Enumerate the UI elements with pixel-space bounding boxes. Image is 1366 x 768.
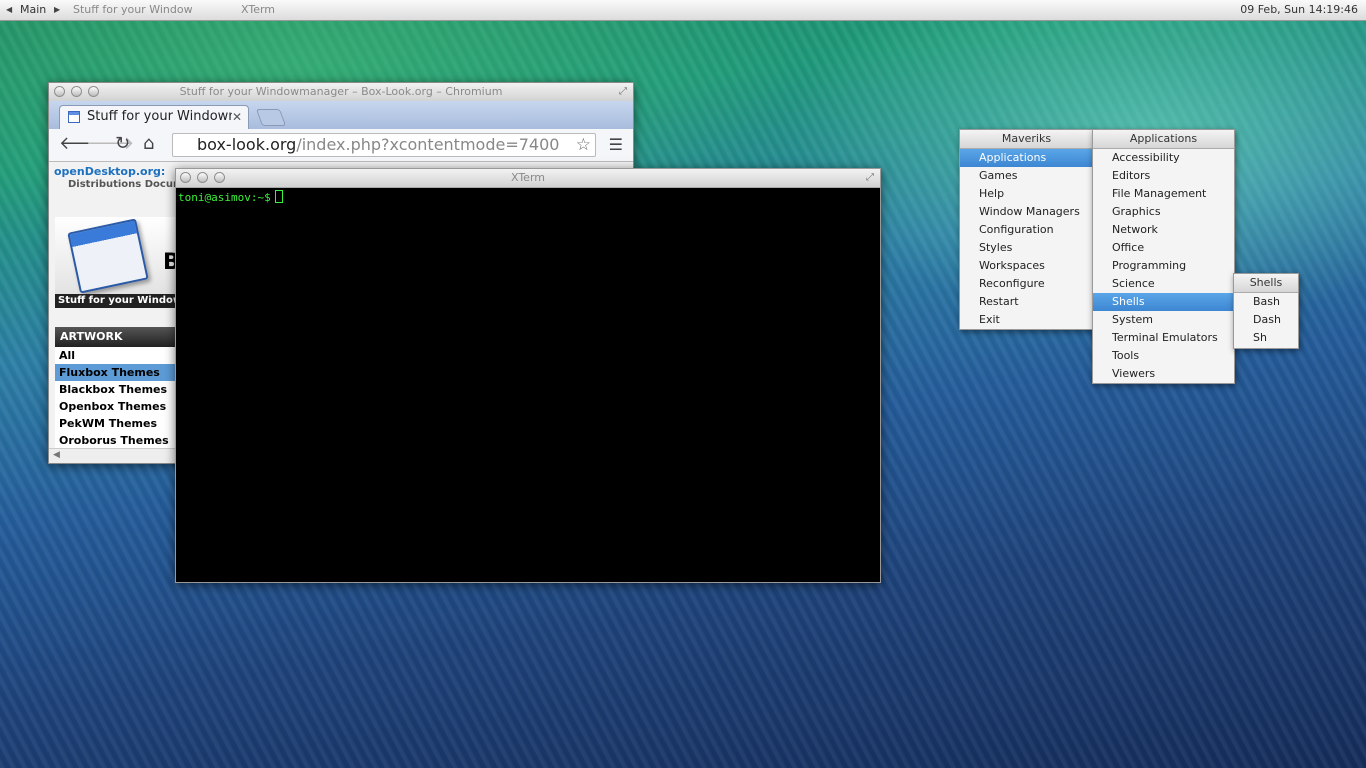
terminal-area[interactable]: toni@asimov:~$ — [176, 188, 880, 582]
menu-item-tools[interactable]: Tools — [1093, 347, 1234, 365]
resize-icon[interactable]: ⤢ — [617, 86, 629, 98]
menu-item-styles[interactable]: Styles — [960, 239, 1093, 257]
artwork-item-all[interactable]: All — [55, 347, 180, 364]
menu-item-sh[interactable]: Sh — [1234, 329, 1298, 347]
menu-item-help[interactable]: Help — [960, 185, 1093, 203]
menu-item-applications[interactable]: Applications — [960, 149, 1093, 167]
menu-item-science[interactable]: Science — [1093, 275, 1234, 293]
menu-item-exit[interactable]: Exit — [960, 311, 1093, 329]
root-menu-title: Maveriks — [960, 130, 1093, 149]
workspace-prev-icon[interactable]: ◀ — [6, 5, 12, 14]
menu-item-bash[interactable]: Bash — [1234, 293, 1298, 311]
tagline-bar: Stuff for your Window — [55, 294, 185, 308]
address-bar[interactable]: box-look.org/index.php?xcontentmode=7400… — [172, 133, 596, 157]
artwork-list: All Fluxbox Themes Blackbox Themes Openb… — [55, 347, 180, 449]
applications-menu-title: Applications — [1093, 130, 1234, 149]
artwork-item-openbox[interactable]: Openbox Themes — [55, 398, 180, 415]
site-banner — [55, 217, 180, 302]
maximize-window-button[interactable] — [214, 172, 225, 183]
clock: 09 Feb, Sun 14:19:46 — [1240, 3, 1358, 16]
maximize-window-button[interactable] — [88, 86, 99, 97]
menu-item-accessibility[interactable]: Accessibility — [1093, 149, 1234, 167]
applications-menu: Applications Accessibility Editors File … — [1092, 129, 1235, 384]
minimize-window-button[interactable] — [197, 172, 208, 183]
artwork-item-oroborus[interactable]: Oroborus Themes — [55, 432, 180, 449]
url-path: /index.php?xcontentmode=7400 — [296, 135, 560, 154]
browser-tab[interactable]: Stuff for your Windowm ✕ — [59, 105, 249, 129]
page-favicon-icon — [68, 111, 80, 123]
taskbar-item-xterm[interactable]: XTerm — [241, 3, 275, 16]
menu-item-dash[interactable]: Dash — [1234, 311, 1298, 329]
menu-item-window-managers[interactable]: Window Managers — [960, 203, 1093, 221]
menu-item-reconfigure[interactable]: Reconfigure — [960, 275, 1093, 293]
terminal-cursor — [274, 190, 283, 203]
new-tab-button[interactable] — [255, 109, 287, 126]
opendesktop-logo[interactable]: openDesktop.org: — [54, 165, 165, 178]
reload-icon[interactable]: ↻ — [115, 134, 130, 154]
browser-tab-label: Stuff for your Windowm — [87, 109, 232, 124]
chromium-window-title: Stuff for your Windowmanager – Box-Look.… — [179, 85, 503, 98]
home-icon[interactable]: ⌂ — [143, 134, 154, 154]
taskbar-item-chromium[interactable]: Stuff for your Window — [73, 3, 193, 16]
bookmark-star-icon[interactable]: ☆ — [576, 134, 591, 156]
minimize-window-button[interactable] — [71, 86, 82, 97]
scroll-left-icon[interactable]: ◀ — [53, 450, 60, 460]
window-logo-icon — [67, 218, 149, 294]
menu-item-system[interactable]: System — [1093, 311, 1234, 329]
shells-menu: Shells Bash Dash Sh — [1233, 273, 1299, 349]
artwork-item-pekwm[interactable]: PekWM Themes — [55, 415, 180, 432]
menu-item-viewers[interactable]: Viewers — [1093, 365, 1234, 383]
opendesktop-nav[interactable]: Distributions Docum — [68, 179, 183, 190]
close-tab-icon[interactable]: ✕ — [232, 106, 242, 128]
workspace-name[interactable]: Main — [20, 3, 46, 16]
menu-item-terminal-emulators[interactable]: Terminal Emulators — [1093, 329, 1234, 347]
close-window-button[interactable] — [180, 172, 191, 183]
artwork-item-fluxbox[interactable]: Fluxbox Themes — [55, 364, 180, 381]
tab-strip: Stuff for your Windowm ✕ — [49, 101, 633, 129]
xterm-window: XTerm ⤢ toni@asimov:~$ — [175, 168, 881, 583]
artwork-header: ARTWORK — [55, 327, 185, 347]
chromium-titlebar[interactable]: Stuff for your Windowmanager – Box-Look.… — [49, 83, 633, 102]
menu-item-shells[interactable]: Shells — [1093, 293, 1234, 311]
menu-item-programming[interactable]: Programming — [1093, 257, 1234, 275]
resize-icon[interactable]: ⤢ — [864, 172, 876, 184]
menu-item-office[interactable]: Office — [1093, 239, 1234, 257]
menu-item-editors[interactable]: Editors — [1093, 167, 1234, 185]
close-window-button[interactable] — [54, 86, 65, 97]
menu-item-graphics[interactable]: Graphics — [1093, 203, 1234, 221]
toolbar: ◀ Main ▶ Stuff for your Window XTerm 09 … — [0, 0, 1366, 21]
shells-menu-title: Shells — [1234, 274, 1298, 293]
xterm-titlebar[interactable]: XTerm ⤢ — [176, 169, 880, 188]
root-menu: Maveriks Applications Games Help Window … — [959, 129, 1094, 330]
artwork-item-blackbox[interactable]: Blackbox Themes — [55, 381, 180, 398]
menu-item-file-management[interactable]: File Management — [1093, 185, 1234, 203]
browser-menu-icon[interactable]: ☰ — [609, 135, 623, 154]
menu-item-network[interactable]: Network — [1093, 221, 1234, 239]
menu-item-configuration[interactable]: Configuration — [960, 221, 1093, 239]
menu-item-restart[interactable]: Restart — [960, 293, 1093, 311]
shell-prompt: toni@asimov:~$ — [178, 191, 271, 204]
url-host: box-look.org — [197, 135, 297, 154]
menu-item-workspaces[interactable]: Workspaces — [960, 257, 1093, 275]
xterm-window-title: XTerm — [510, 171, 545, 184]
menu-item-games[interactable]: Games — [960, 167, 1093, 185]
browser-toolbar: 🡐 🡒 ↻ ⌂ box-look.org/index.php?xcontentm… — [49, 129, 633, 162]
workspace-next-icon[interactable]: ▶ — [54, 5, 60, 14]
